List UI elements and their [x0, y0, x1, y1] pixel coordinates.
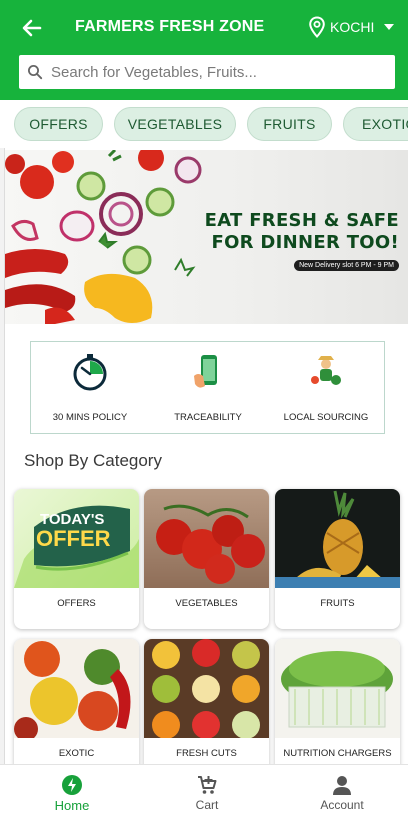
- feature-traceability: TRACEABILITY: [149, 342, 267, 433]
- bottom-navigation: Home Cart Account: [0, 764, 408, 816]
- vegetables-illustration: [5, 150, 202, 324]
- category-label: VEGETABLES: [175, 598, 238, 609]
- chevron-down-icon: [384, 24, 395, 30]
- chip-exotic[interactable]: EXOTIC: [343, 107, 408, 141]
- phone-trace-icon: [194, 355, 217, 388]
- promo-banner[interactable]: EAT FRESH & SAFE FOR DINNER TOO! New Del…: [5, 150, 408, 324]
- feature-30-mins: 30 MINS POLICY: [31, 342, 149, 433]
- vegetables-image: [144, 489, 269, 588]
- category-card-fruits[interactable]: FRUITS: [275, 489, 400, 629]
- location-selector[interactable]: KOCHI: [308, 16, 395, 38]
- tab-cart[interactable]: Cart: [139, 765, 275, 816]
- search-icon: [28, 65, 43, 80]
- chip-vegetables[interactable]: VEGETABLES: [114, 107, 236, 141]
- arrow-left-icon[interactable]: [18, 14, 46, 42]
- tab-label: Cart: [195, 798, 219, 812]
- banner-headline: EAT FRESH & SAFE FOR DINNER TOO! New Del…: [205, 210, 399, 272]
- map-pin-icon: [309, 16, 325, 38]
- cart-icon: [198, 776, 217, 794]
- shop-by-category-title: Shop By Category: [24, 451, 162, 470]
- search-bar[interactable]: [19, 55, 395, 89]
- offer-badge-line-2: OFFER: [36, 526, 111, 551]
- stopwatch-icon: [73, 354, 107, 391]
- offers-image: TODAY'S OFFER: [14, 489, 139, 588]
- tab-label: Home: [54, 798, 90, 813]
- search-input[interactable]: [51, 63, 371, 81]
- category-card-offers[interactable]: TODAY'S OFFER OFFERS: [14, 489, 139, 629]
- banner-line-2: FOR DINNER TOO!: [211, 232, 399, 253]
- feature-label: LOCAL SOURCING: [283, 412, 369, 423]
- category-card-nutrition-chargers[interactable]: NUTRITION CHARGERS: [275, 639, 400, 779]
- category-card-exotic[interactable]: EXOTIC: [14, 639, 139, 779]
- nutrition-chargers-image: [275, 639, 400, 738]
- fresh-cuts-image: [144, 639, 269, 738]
- category-chip-row: OFFERS VEGETABLES FRUITS EXOTIC: [0, 100, 408, 148]
- fruits-image: [275, 489, 400, 588]
- chip-offers[interactable]: OFFERS: [14, 107, 103, 141]
- exotic-image: [14, 639, 139, 738]
- feature-label: 30 MINS POLICY: [52, 412, 128, 423]
- features-panel: 30 MINS POLICY TRACEABILITY LOCAL SOURCI…: [30, 341, 385, 434]
- farmer-icon: [311, 356, 341, 385]
- app-title: FARMERS FRESH ZONE: [75, 18, 265, 35]
- category-label: NUTRITION CHARGERS: [283, 748, 392, 759]
- app-header: FARMERS FRESH ZONE KOCHI: [0, 0, 408, 100]
- tab-label: Account: [320, 798, 364, 812]
- feature-label: TRACEABILITY: [174, 412, 242, 423]
- tab-home[interactable]: Home: [4, 765, 140, 816]
- tab-account[interactable]: Account: [274, 765, 408, 816]
- chip-fruits[interactable]: FRUITS: [247, 107, 332, 141]
- home-bolt-icon: [62, 775, 82, 795]
- category-label: FRESH CUTS: [176, 748, 237, 759]
- banner-line-1: EAT FRESH & SAFE: [204, 210, 399, 231]
- user-icon: [333, 776, 351, 795]
- category-label: OFFERS: [57, 598, 96, 609]
- feature-local-sourcing: LOCAL SOURCING: [267, 342, 385, 433]
- category-card-fresh-cuts[interactable]: FRESH CUTS: [144, 639, 269, 779]
- category-label: FRUITS: [320, 598, 355, 609]
- category-label: EXOTIC: [58, 748, 95, 759]
- location-label: KOCHI: [330, 19, 375, 35]
- category-card-vegetables[interactable]: VEGETABLES: [144, 489, 269, 629]
- delivery-slot-badge: New Delivery slot 6 PM - 9 PM: [294, 260, 399, 271]
